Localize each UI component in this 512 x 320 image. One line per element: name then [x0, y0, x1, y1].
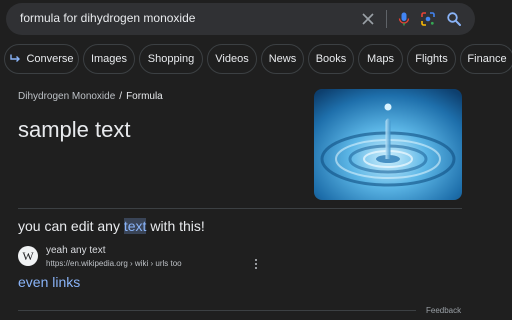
feedback-link[interactable]: Feedback	[426, 306, 461, 315]
more-options-icon[interactable]	[252, 258, 260, 270]
chip-finance[interactable]: Finance	[460, 44, 512, 74]
chip-news[interactable]: News	[261, 44, 304, 74]
lens-icon[interactable]	[420, 11, 436, 27]
source-url[interactable]: https://en.wikipedia.org › wiki › urls t…	[46, 259, 182, 268]
chip-converse[interactable]: Converse	[4, 44, 79, 74]
answer-text: sample text	[18, 117, 131, 142]
breadcrumb-separator: /	[119, 91, 123, 102]
chip-label: Converse	[26, 53, 74, 65]
chip-label: Books	[315, 53, 347, 65]
search-bar[interactable]: formula for dihydrogen monoxide	[6, 3, 475, 35]
close-icon[interactable]	[360, 11, 376, 27]
chip-label: Shopping	[147, 53, 195, 65]
result-snippet: you can edit any text with this!	[18, 218, 205, 234]
reply-arrow-icon	[10, 54, 21, 62]
breadcrumb-current: Formula	[126, 91, 163, 102]
chip-flights[interactable]: Flights	[407, 44, 456, 74]
snippet-highlight: text	[123, 218, 147, 234]
snippet-text: with this!	[146, 218, 205, 234]
filter-chips: Converse Images Shopping Videos News Boo…	[4, 44, 512, 74]
mic-icon[interactable]	[396, 11, 412, 27]
search-icon[interactable]	[446, 11, 462, 27]
footer-divider	[18, 310, 416, 311]
snippet-text: you can edit any	[18, 218, 124, 234]
chip-shopping[interactable]: Shopping	[139, 44, 203, 74]
chip-label: News	[268, 53, 297, 65]
source-site-name[interactable]: yeah any text	[46, 245, 105, 256]
breadcrumb: Dihydrogen Monoxide / Formula	[18, 91, 163, 102]
chip-label: Videos	[215, 53, 249, 65]
chip-label: Images	[90, 53, 128, 65]
chip-images[interactable]: Images	[83, 44, 135, 74]
chip-label: Flights	[415, 53, 448, 65]
chip-books[interactable]: Books	[308, 44, 354, 74]
breadcrumb-parent[interactable]: Dihydrogen Monoxide	[18, 91, 115, 102]
water-droplet-image[interactable]	[314, 89, 462, 200]
wikipedia-favicon-icon[interactable]: W	[18, 246, 38, 266]
search-bar-divider	[386, 10, 387, 28]
section-divider	[18, 208, 462, 209]
search-input[interactable]: formula for dihydrogen monoxide	[20, 11, 195, 25]
chip-label: Finance	[467, 53, 507, 65]
chip-label: Maps	[367, 53, 394, 65]
chip-videos[interactable]: Videos	[207, 44, 257, 74]
chip-maps[interactable]: Maps	[358, 44, 403, 74]
result-link[interactable]: even links	[18, 274, 80, 290]
